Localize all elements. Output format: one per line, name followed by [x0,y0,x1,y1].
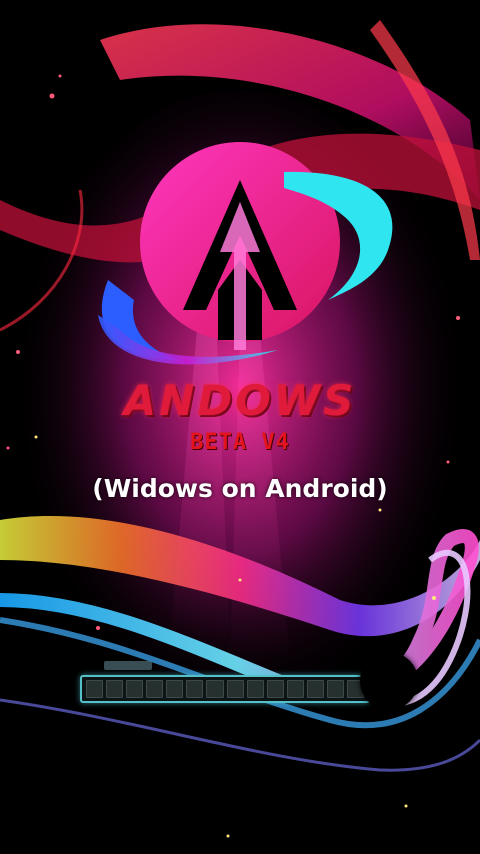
progress-segment [146,680,164,698]
progress-segment [306,680,324,698]
progress-segment [246,680,264,698]
progress-segment [106,680,124,698]
progress-segment [286,680,304,698]
loader-label-plate [104,661,152,670]
progress-segment [326,680,345,698]
brand-version: BETA V4 [190,430,290,455]
progress-segment [226,680,244,698]
app-logo [88,140,408,380]
progress-segment [166,680,184,698]
progress-segment [86,680,104,698]
andows-logo-icon [98,142,393,365]
progress-segment [266,680,284,698]
progress-segment [206,680,224,698]
brand-name: ANDOWS [123,376,357,425]
tagline: (Widows on Android) [92,474,388,503]
loading-progress-bar [80,675,370,703]
loader-knob [360,652,418,710]
background-art [0,0,480,854]
progress-segment [126,680,144,698]
progress-segment [186,680,204,698]
